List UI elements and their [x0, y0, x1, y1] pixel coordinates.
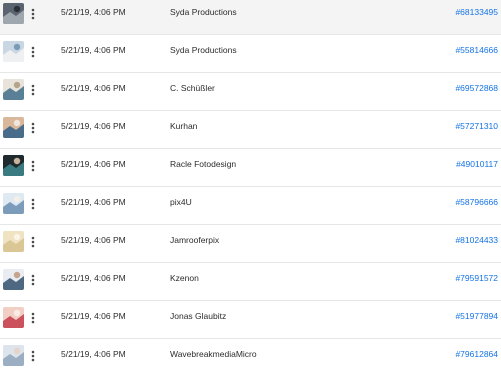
license-history-table: 5/21/19, 4:06 PM Syda Productions #6813349…: [0, 0, 501, 369]
more-options-icon[interactable]: [27, 118, 39, 138]
table-row[interactable]: 5/21/19, 4:06 PM Syda Productions #6813349…: [0, 0, 501, 35]
author-name: Racle Fotodesign: [170, 159, 237, 169]
asset-thumbnail[interactable]: [3, 117, 24, 138]
license-date: 5/21/19, 4:06 PM: [61, 349, 126, 359]
table-row[interactable]: 5/21/19, 4:06 PM Jonas Glaubitz #51977894: [0, 301, 501, 339]
author-name: Jonas Glaubitz: [170, 311, 227, 321]
license-date: 5/21/19, 4:06 PM: [61, 121, 126, 131]
table-row[interactable]: 5/21/19, 4:06 PM Syda Productions #5581466…: [0, 35, 501, 73]
asset-thumbnail[interactable]: [3, 155, 24, 176]
license-date: 5/21/19, 4:06 PM: [61, 235, 126, 245]
asset-thumbnail[interactable]: [3, 269, 24, 290]
asset-id-link[interactable]: #69572868: [455, 83, 498, 93]
asset-thumbnail[interactable]: [3, 307, 24, 328]
more-options-icon[interactable]: [27, 80, 39, 100]
table-row[interactable]: 5/21/19, 4:06 PM Kurhan #57271310: [0, 111, 501, 149]
asset-id-link[interactable]: #68133495: [455, 7, 498, 17]
asset-id-link[interactable]: #55814666: [455, 45, 498, 55]
table-row[interactable]: 5/21/19, 4:06 PM pix4U #58796666: [0, 187, 501, 225]
author-name: Syda Productions: [170, 45, 237, 55]
license-date: 5/21/19, 4:06 PM: [61, 197, 126, 207]
asset-thumbnail[interactable]: [3, 345, 24, 366]
author-name: pix4U: [170, 197, 192, 207]
license-date: 5/21/19, 4:06 PM: [61, 311, 126, 321]
table-row[interactable]: 5/21/19, 4:06 PM WavebreakmediaMicro #7961…: [0, 339, 501, 369]
more-options-icon[interactable]: [27, 346, 39, 366]
author-name: Jamrooferpix: [170, 235, 220, 245]
asset-id-link[interactable]: #81024433: [455, 235, 498, 245]
license-date: 5/21/19, 4:06 PM: [61, 159, 126, 169]
more-options-icon[interactable]: [27, 4, 39, 24]
more-options-icon[interactable]: [27, 42, 39, 62]
table-row[interactable]: 5/21/19, 4:06 PM Kzenon #79591572: [0, 263, 501, 301]
asset-id-link[interactable]: #79591572: [455, 273, 498, 283]
asset-thumbnail[interactable]: [3, 79, 24, 100]
license-date: 5/21/19, 4:06 PM: [61, 45, 126, 55]
more-options-icon[interactable]: [27, 232, 39, 252]
author-name: Kurhan: [170, 121, 198, 131]
table-row[interactable]: 5/21/19, 4:06 PM Jamrooferpix #81024433: [0, 225, 501, 263]
table-row[interactable]: 5/21/19, 4:06 PM C. Schüßler #69572868: [0, 73, 501, 111]
asset-id-link[interactable]: #51977894: [455, 311, 498, 321]
asset-id-link[interactable]: #49010117: [456, 159, 498, 169]
more-options-icon[interactable]: [27, 270, 39, 290]
asset-thumbnail[interactable]: [3, 231, 24, 252]
license-date: 5/21/19, 4:06 PM: [61, 7, 126, 17]
author-name: Syda Productions: [170, 7, 237, 17]
asset-id-link[interactable]: #58796666: [455, 197, 498, 207]
author-name: WavebreakmediaMicro: [170, 349, 257, 359]
more-options-icon[interactable]: [27, 156, 39, 176]
license-date: 5/21/19, 4:06 PM: [61, 83, 126, 93]
asset-id-link[interactable]: #57271310: [455, 121, 498, 131]
asset-thumbnail[interactable]: [3, 3, 24, 24]
table-row[interactable]: 5/21/19, 4:06 PM Racle Fotodesign #4901011…: [0, 149, 501, 187]
asset-thumbnail[interactable]: [3, 193, 24, 214]
asset-thumbnail[interactable]: [3, 41, 24, 62]
license-date: 5/21/19, 4:06 PM: [61, 273, 126, 283]
more-options-icon[interactable]: [27, 194, 39, 214]
author-name: Kzenon: [170, 273, 199, 283]
asset-id-link[interactable]: #79612864: [455, 349, 498, 359]
author-name: C. Schüßler: [170, 83, 215, 93]
more-options-icon[interactable]: [27, 308, 39, 328]
